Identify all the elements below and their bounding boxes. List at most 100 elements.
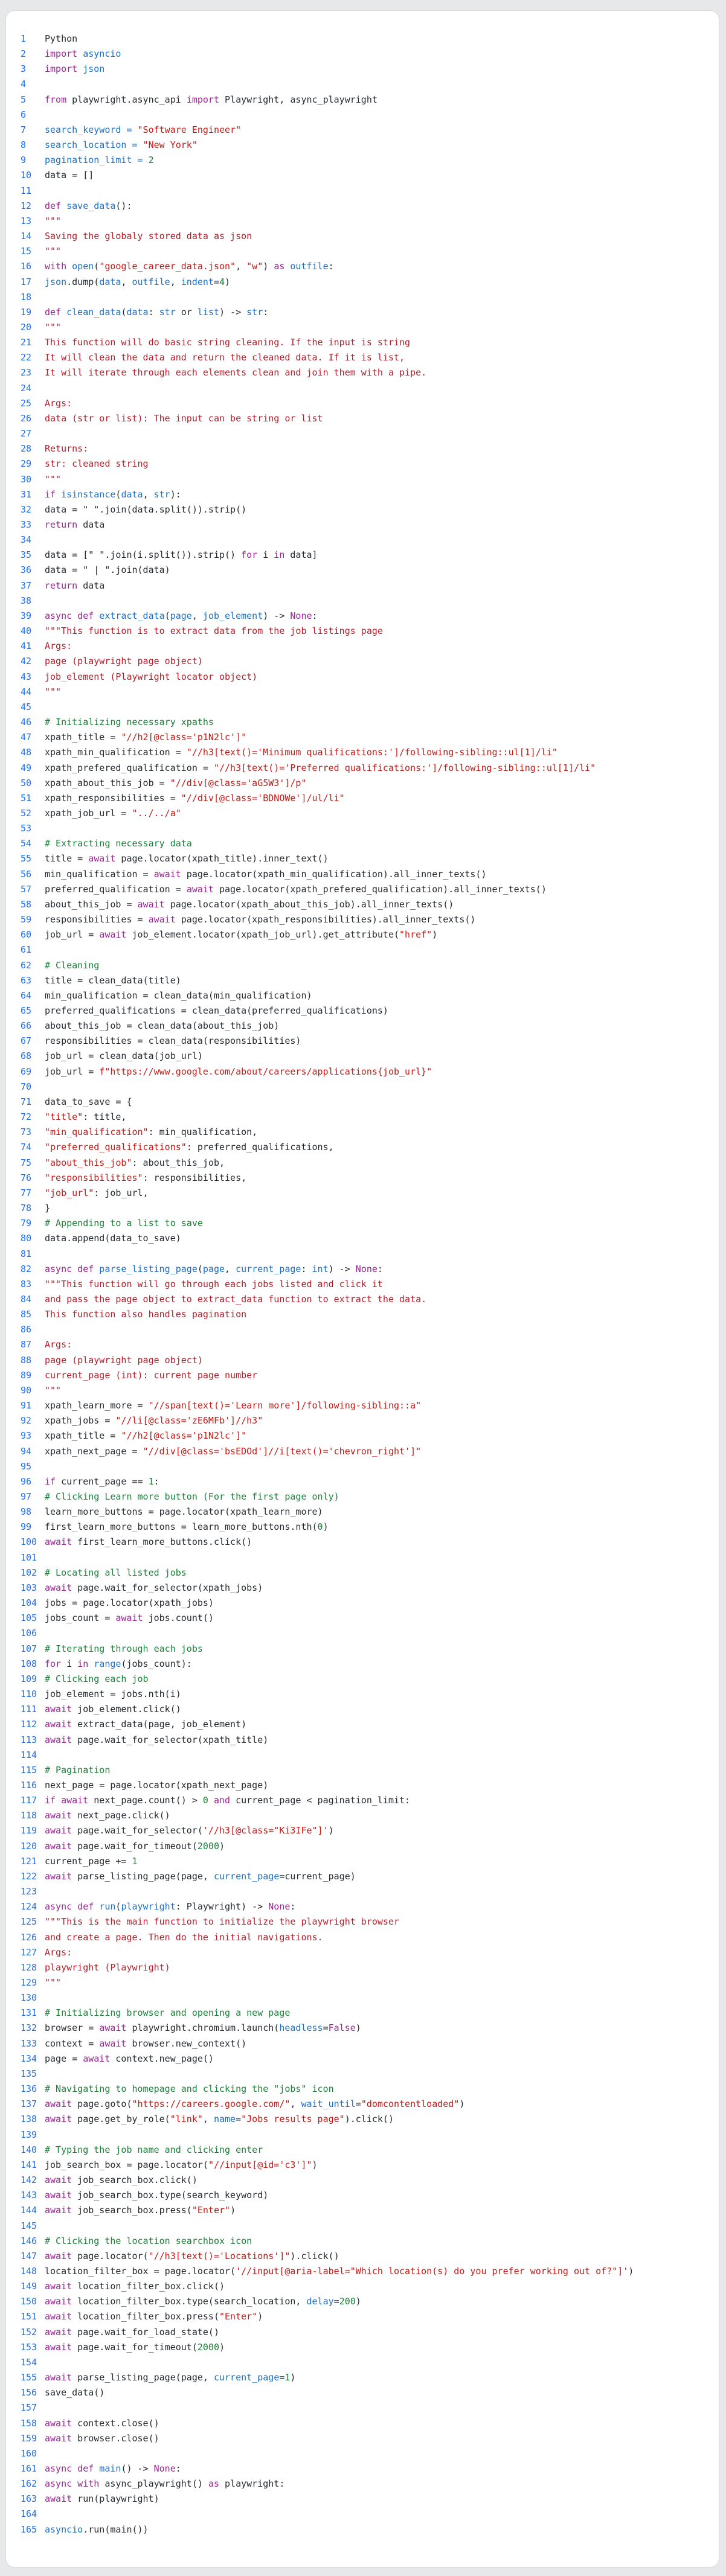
line-number: 38 — [21, 595, 32, 606]
code-token: 0 — [317, 1521, 323, 1533]
code-token: = — [333, 2296, 339, 2307]
code-token: ) — [225, 276, 231, 287]
line-number: 19 — [21, 306, 32, 318]
line-number: 66 — [21, 1020, 32, 1032]
code-token: xpath_about_this_job = — [45, 777, 170, 788]
code-token: def — [45, 200, 62, 211]
code-line: 102 # Locating all listed jobs — [21, 1565, 713, 1580]
code-token: await — [45, 2417, 72, 2429]
line-number: 35 — [21, 549, 32, 561]
line-number: 16 — [21, 261, 32, 272]
code-token: context.close() — [72, 2417, 159, 2429]
code-token: "//div[@class='bsEDOd']//i[text()='chevr… — [143, 1445, 422, 1457]
line-number: 18 — [21, 291, 32, 302]
code-line: 140 # Typing the job name and clicking en… — [21, 2143, 713, 2158]
line-number: 53 — [21, 823, 32, 834]
code-token: : — [263, 306, 269, 318]
line-number: 105 — [21, 1612, 37, 1624]
code-token: 2 — [148, 155, 154, 166]
code-token: data = " ".join(data.split()).strip() — [45, 503, 247, 515]
code-token: "min_qualification" — [45, 1127, 149, 1138]
code-token: data = " | ".join(data) — [45, 564, 170, 576]
code-line: 83 """This function will go through each … — [21, 1277, 713, 1292]
code-token: playwright — [121, 1901, 176, 1913]
code-token: open — [72, 261, 94, 272]
code-token: : title, — [83, 1111, 127, 1123]
code-token: headless — [279, 2022, 323, 2034]
code-token: page — [202, 1263, 225, 1274]
code-line: 148 location_filter_box = page.locator('/… — [21, 2264, 713, 2279]
code-token: from — [45, 94, 67, 105]
code-token: run — [94, 1901, 116, 1913]
code-token: This function will do basic string clean… — [45, 337, 411, 348]
line-number: 22 — [21, 352, 32, 363]
code-token: await — [99, 2022, 127, 2034]
code-line: 90 """ — [21, 1383, 713, 1398]
code-token: await — [88, 853, 116, 865]
code-token: """ — [45, 321, 62, 333]
code-token: # Typing the job name and clicking enter — [45, 2144, 263, 2155]
code-token: Python — [45, 33, 78, 44]
code-token: clean_data — [61, 306, 121, 318]
code-token: page.wait_for_load_state() — [72, 2326, 219, 2338]
code-token: data — [126, 306, 149, 318]
code-line: 33 return data — [21, 517, 713, 532]
code-token: # Appending to a list to save — [45, 1218, 203, 1229]
code-line: 66 about_this_job = clean_data(about_this… — [21, 1018, 713, 1034]
line-number: 69 — [21, 1066, 32, 1077]
code-token: : Playwright) -> — [175, 1901, 269, 1913]
code-line: 85 This function also handles pagination — [21, 1307, 713, 1322]
line-number: 136 — [21, 2083, 37, 2095]
code-line: 165 asyncio.run(main()) — [21, 2522, 713, 2537]
code-token: xpath_next_page = — [45, 1445, 143, 1457]
code-line: 143 await job_search_box.type(search_keyw… — [21, 2188, 713, 2203]
code-token: 1 — [148, 1475, 154, 1487]
code-token: name — [213, 2114, 236, 2125]
code-line: 51 xpath_responsibilities = "//div[@class… — [21, 791, 713, 806]
code-line: 62 # Cleaning — [21, 958, 713, 973]
code-line: 42 page (playwright page object) — [21, 654, 713, 669]
code-line: 63 title = clean_data(title) — [21, 973, 713, 988]
code-token: job_search_box.press( — [72, 2205, 192, 2216]
code-line: 78} — [21, 1201, 713, 1216]
code-line: 57 preferred_qualification = await page.l… — [21, 882, 713, 897]
line-number: 138 — [21, 2114, 37, 2125]
code-line: 127 Args: — [21, 1945, 713, 1960]
code-line: 87 Args: — [21, 1337, 713, 1352]
line-number: 121 — [21, 1855, 37, 1867]
line-number: 161 — [21, 2463, 37, 2474]
code-token: await — [45, 2114, 72, 2125]
line-number: 27 — [21, 428, 32, 439]
code-line: 114 — [21, 1748, 713, 1763]
code-line: 137 await page.goto("https://careers.goog… — [21, 2097, 713, 2112]
code-token: ) — [230, 2205, 236, 2216]
code-token: next_page.count() > — [88, 1795, 203, 1806]
code-token: await — [137, 898, 165, 910]
line-number: 90 — [21, 1384, 32, 1396]
code-line: 69 job_url = f"https://www.google.com/abo… — [21, 1064, 713, 1079]
code-token: await — [83, 2053, 111, 2064]
code-line: 54 # Extracting necessary data — [21, 836, 713, 851]
code-token: """ — [45, 246, 62, 257]
code-line: 93 xpath_title = "//h2[@class='p1N2lc']" — [21, 1428, 713, 1443]
code-token: jobs.count() — [143, 1612, 214, 1624]
code-token: 4 — [219, 276, 225, 287]
code-line: 108 for i in range(jobs_count): — [21, 1657, 713, 1672]
line-number: 109 — [21, 1673, 37, 1684]
code-line: 52 xpath_job_url = "../../a" — [21, 806, 713, 821]
line-number: 50 — [21, 777, 32, 788]
code-line: 86 — [21, 1322, 713, 1337]
code-line: 3 import json — [21, 62, 713, 77]
code-token: preferred_qualification = — [45, 883, 187, 895]
code-token: location_filter_box.type(search_location… — [72, 2296, 307, 2307]
code-token: , — [202, 2114, 214, 2125]
line-number: 97 — [21, 1491, 32, 1502]
code-token: await — [45, 1870, 72, 1882]
code-token: """ — [45, 473, 62, 485]
code-token: "domcontentloaded" — [361, 2098, 460, 2110]
code-token: location_filter_box = page.locator( — [45, 2265, 236, 2277]
line-number: 131 — [21, 2007, 37, 2019]
line-number: 48 — [21, 747, 32, 758]
line-number: 46 — [21, 717, 32, 728]
